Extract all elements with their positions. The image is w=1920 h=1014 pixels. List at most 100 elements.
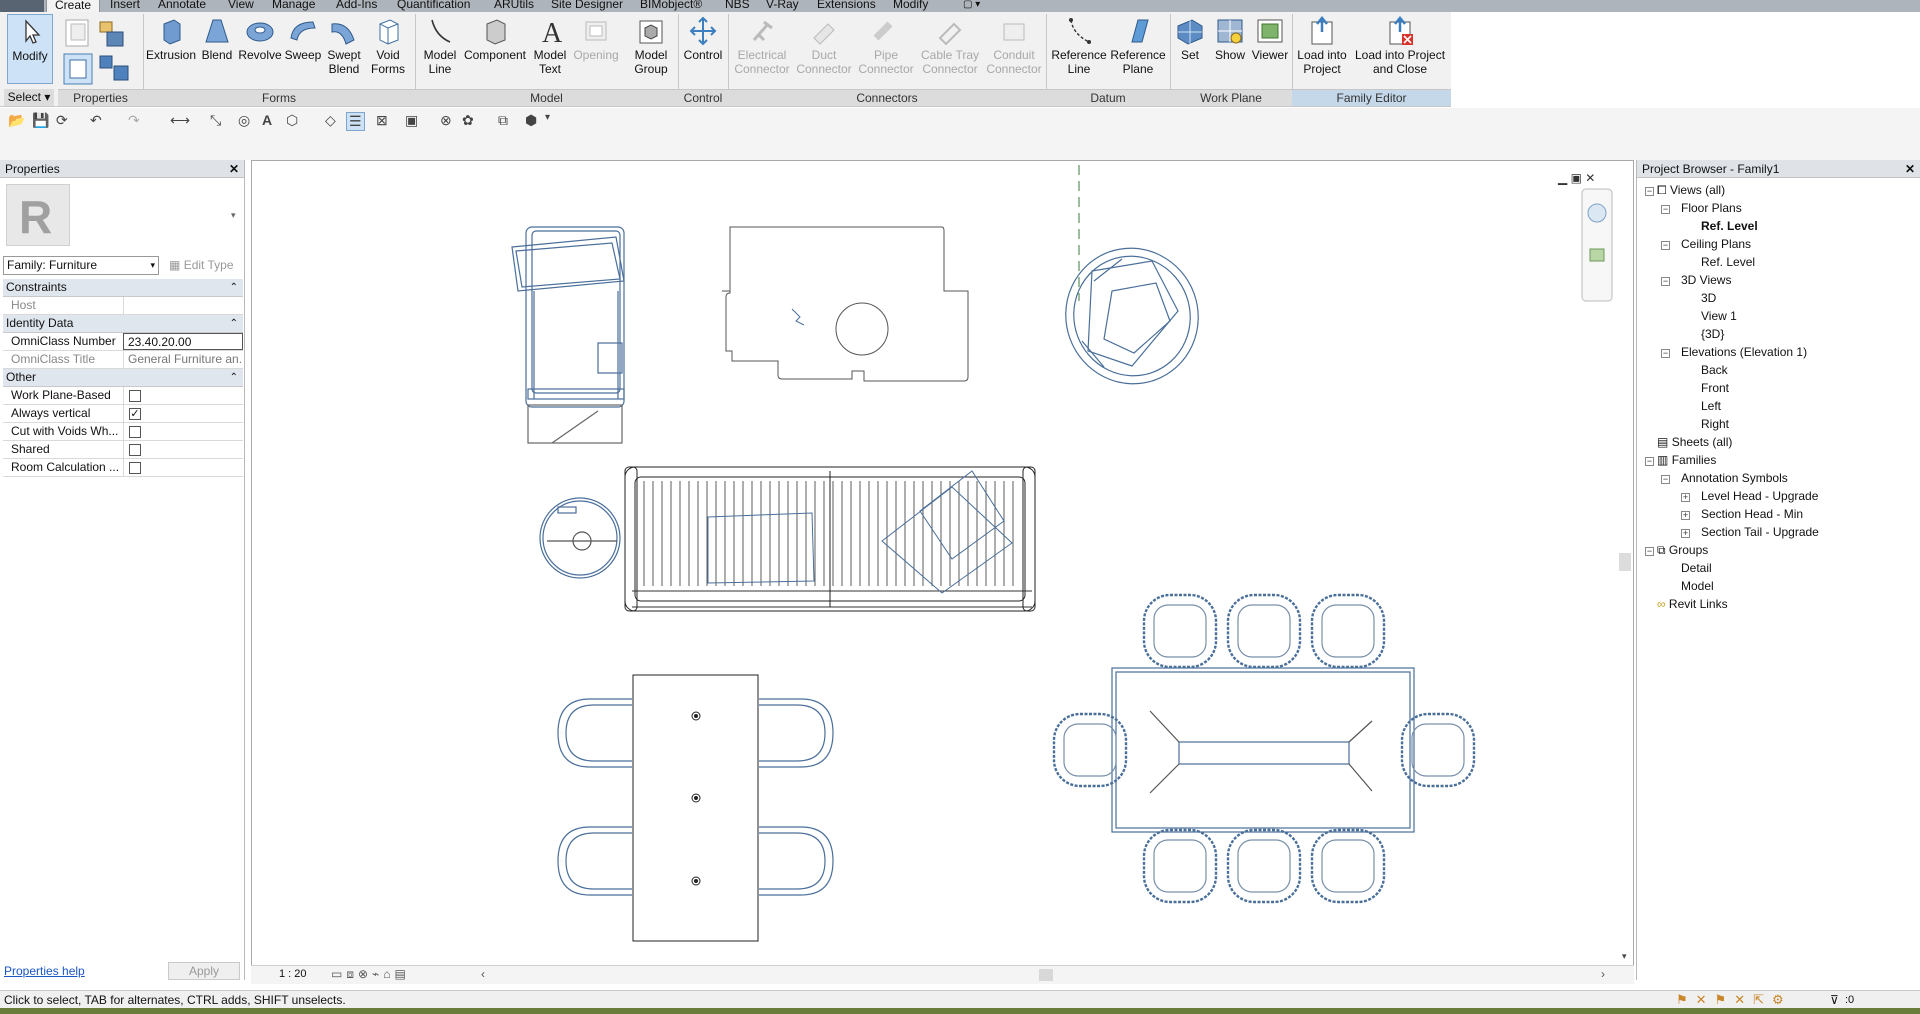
save-icon[interactable]: 💾 xyxy=(32,112,49,129)
collapse-toggle-icon[interactable]: − xyxy=(1645,187,1654,196)
model-group-button[interactable]: Model Group xyxy=(626,14,676,76)
group-constraints[interactable]: Constraints ⌃ xyxy=(3,279,243,297)
group-other[interactable]: Other ⌃ xyxy=(3,369,243,387)
tab-quantification[interactable]: Quantification xyxy=(397,0,470,12)
tree-3d[interactable]: 3D xyxy=(1701,290,1716,306)
tree-elevation-left[interactable]: Left xyxy=(1701,398,1721,414)
selection-filter-icons[interactable]: ⚑✕⚑✕⇱⚙ xyxy=(1676,991,1792,1009)
thin-lines-icon[interactable]: ☰ xyxy=(346,112,365,131)
lounge-chair-plan[interactable] xyxy=(1047,230,1218,403)
collapse-toggle-icon[interactable]: − xyxy=(1645,547,1654,556)
reference-plane-button[interactable]: Reference Plane xyxy=(1108,14,1168,76)
large-dining-table-plan[interactable] xyxy=(1111,667,1415,833)
collapse-toggle-icon[interactable]: − xyxy=(1661,205,1670,214)
load-into-project-and-close-button[interactable]: Load into Project and Close xyxy=(1352,14,1448,76)
section-icon[interactable]: ◇ xyxy=(325,112,336,129)
always-vertical-checkbox[interactable]: ✓ xyxy=(129,408,141,420)
family-category-select[interactable]: Family: Furniture ▾ xyxy=(3,256,159,275)
select-menu[interactable]: Select ▾ xyxy=(4,89,54,106)
control-button[interactable]: Control xyxy=(680,14,726,62)
cable-tray-connector-button[interactable]: Cable Tray Connector xyxy=(918,14,982,76)
view-window-controls[interactable]: ▁ ▣ ✕ xyxy=(1557,171,1595,185)
sweep-button[interactable]: Sweep xyxy=(282,14,324,62)
drawing-area[interactable]: ▁ ▣ ✕ ▾ xyxy=(251,160,1634,984)
expand-toggle-icon[interactable]: + xyxy=(1681,529,1690,538)
tree-families[interactable]: ▥ Families xyxy=(1657,452,1716,468)
apply-button[interactable]: Apply xyxy=(168,962,240,980)
tree-sheets[interactable]: ▤ Sheets (all) xyxy=(1657,434,1732,450)
collapse-toggle-icon[interactable]: − xyxy=(1661,241,1670,250)
measure-icon[interactable]: ⟷ xyxy=(170,112,190,129)
dining-chair[interactable] xyxy=(1142,828,1218,904)
close-icon[interactable]: ✕ xyxy=(1905,160,1915,178)
tab-manage[interactable]: Manage xyxy=(272,0,315,12)
sync-icon[interactable]: ⟳ xyxy=(56,112,68,129)
tab-arutils[interactable]: ARUtils xyxy=(494,0,534,12)
customize-dropdown-icon[interactable]: ▾ xyxy=(545,112,550,123)
dining-chair-right-1[interactable] xyxy=(759,698,834,768)
text-icon[interactable]: A xyxy=(262,112,272,128)
set-work-plane-button[interactable]: Set xyxy=(1172,14,1208,62)
revolve-button[interactable]: Revolve xyxy=(238,14,282,62)
vertical-scrollbar-thumb[interactable] xyxy=(1619,553,1631,571)
tree-views-all[interactable]: ⧠ Views (all) xyxy=(1657,182,1725,198)
property-host[interactable]: Host xyxy=(3,297,243,315)
tree-ceiling-plans[interactable]: Ceiling Plans xyxy=(1681,236,1751,252)
tree-ceiling-ref-level[interactable]: Ref. Level xyxy=(1701,254,1755,270)
tree-section-head[interactable]: Section Head - Min xyxy=(1701,506,1803,522)
tree-elevations[interactable]: Elevations (Elevation 1) xyxy=(1681,344,1807,360)
collapse-toggle-icon[interactable]: − xyxy=(1661,349,1670,358)
dining-chair[interactable] xyxy=(1310,828,1386,904)
tree-elevation-back[interactable]: Back xyxy=(1701,362,1728,378)
dimension-icon[interactable]: ⤡ xyxy=(210,112,221,129)
plugin-icon[interactable]: ✿ xyxy=(462,112,474,129)
redo-icon[interactable]: ↷ xyxy=(128,112,140,129)
tree-annotation-symbols[interactable]: Annotation Symbols xyxy=(1681,470,1788,486)
property-cut-with-voids[interactable]: Cut with Voids Wh... xyxy=(3,423,243,441)
undo-icon[interactable]: ↶ xyxy=(90,112,102,129)
group-identity-data[interactable]: Identity Data ⌃ xyxy=(3,315,243,333)
property-shared[interactable]: Shared xyxy=(3,441,243,459)
room-calculation-checkbox[interactable] xyxy=(129,462,141,474)
dining-chair[interactable] xyxy=(1226,593,1302,669)
property-omniclass-number[interactable]: OmniClass Number 23.40.20.00 xyxy=(3,333,243,351)
filter-icon[interactable]: ⊽ xyxy=(1830,991,1839,1009)
expand-toggle-icon[interactable]: + xyxy=(1681,493,1690,502)
property-work-plane-based[interactable]: Work Plane-Based xyxy=(3,387,243,405)
modify-button[interactable]: Modify xyxy=(7,14,53,84)
navigation-bar[interactable] xyxy=(1581,188,1613,302)
edit-type-button[interactable]: ▦ Edit Type xyxy=(165,256,243,275)
tree-elevation-front[interactable]: Front xyxy=(1701,380,1729,396)
tab-view[interactable]: View xyxy=(228,0,254,12)
collapse-toggle-icon[interactable]: − xyxy=(1661,277,1670,286)
collapse-toggle-icon[interactable]: − xyxy=(1645,457,1654,466)
conduit-connector-button[interactable]: Conduit Connector xyxy=(982,14,1046,76)
reference-line-button[interactable]: Reference Line xyxy=(1050,14,1108,76)
opening-button[interactable]: Opening xyxy=(572,14,620,62)
dining-chair[interactable] xyxy=(1142,593,1218,669)
tree-view-1[interactable]: View 1 xyxy=(1701,308,1737,324)
dining-chair-left-2[interactable] xyxy=(557,826,632,896)
property-room-calculation[interactable]: Room Calculation ... xyxy=(3,459,243,477)
swept-blend-button[interactable]: Swept Blend xyxy=(324,14,364,76)
tab-overflow-menu[interactable]: ▢ ▾ xyxy=(963,0,980,12)
side-table-plan[interactable] xyxy=(539,497,621,579)
omniclass-number-field[interactable]: 23.40.20.00 xyxy=(123,333,243,350)
close-icon[interactable]: ✕ xyxy=(229,160,239,178)
view-display-icons[interactable]: ▭⧈⊗⌁⌂▤ xyxy=(331,967,410,982)
shared-checkbox[interactable] xyxy=(129,444,141,456)
cut-with-voids-checkbox[interactable] xyxy=(129,426,141,438)
tab-bimobject[interactable]: BIMobject® xyxy=(640,0,702,12)
expand-toggle-icon[interactable]: + xyxy=(1681,511,1690,520)
render-icon[interactable]: ⊗ xyxy=(440,112,452,129)
show-work-plane-button[interactable]: Show xyxy=(1210,14,1250,62)
tree-group-model[interactable]: Model xyxy=(1681,578,1714,594)
large-dining-chairs[interactable] xyxy=(1052,593,1476,904)
open-icon[interactable]: 📂 xyxy=(8,112,25,129)
armchair-plan[interactable] xyxy=(511,226,625,444)
tree-3d-default[interactable]: {3D} xyxy=(1701,326,1724,342)
cube-icon[interactable]: ⧉ xyxy=(498,112,508,129)
load-into-project-button[interactable]: Load into Project xyxy=(1294,14,1350,76)
3d-view-icon[interactable]: ⬡ xyxy=(286,112,298,129)
electrical-connector-button[interactable]: Electrical Connector xyxy=(732,14,792,76)
